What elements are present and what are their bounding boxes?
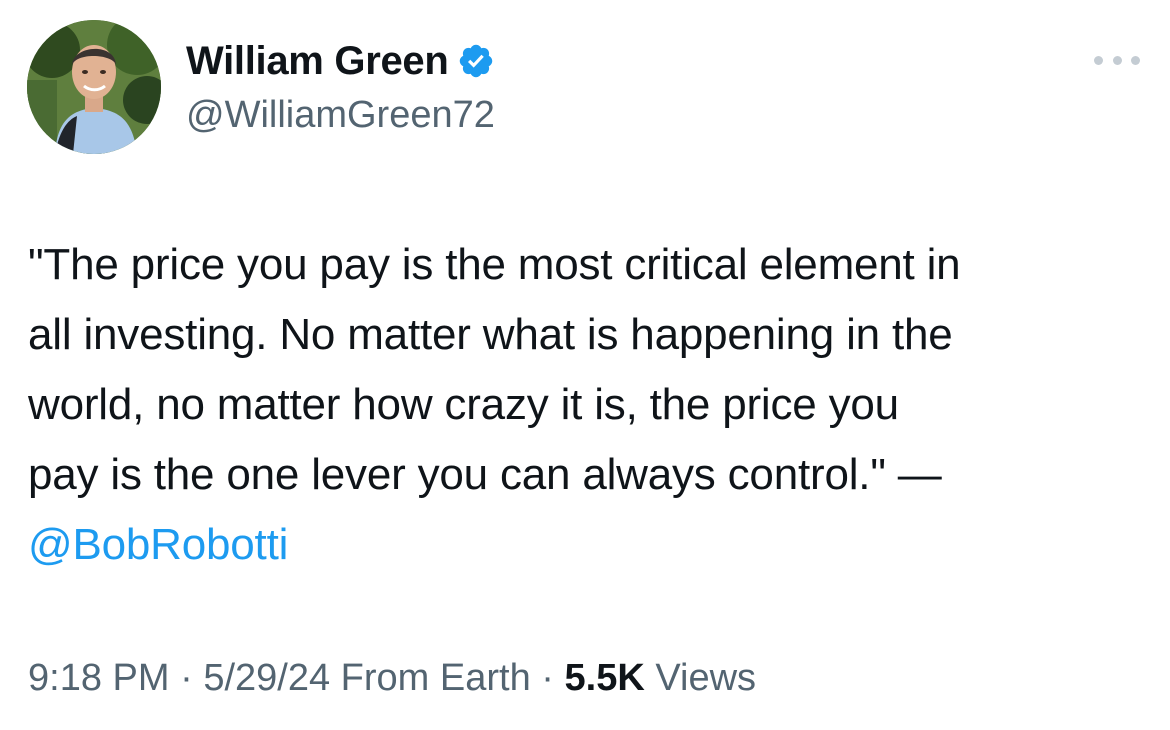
tweet-text: "The price you pay is the most critical … — [28, 230, 1148, 580]
tweet-card: William Green @WilliamGreen72 "The price… — [0, 0, 1170, 730]
views-label[interactable]: Views — [655, 657, 756, 699]
tweet-text-line: "The price you pay is the most critical … — [28, 240, 961, 289]
author-display-name[interactable]: William Green — [186, 37, 449, 85]
tweet-meta: 9:18 PM · 5/29/24 From Earth · 5.5K View… — [28, 652, 756, 704]
avatar-photo-icon — [27, 20, 161, 154]
avatar[interactable] — [27, 20, 161, 154]
more-dot — [1131, 55, 1140, 65]
tweet-time[interactable]: 9:18 PM — [28, 657, 170, 699]
mention-link[interactable]: @BobRobotti — [28, 510, 1148, 580]
meta-separator: · — [530, 657, 565, 699]
verified-badge-icon[interactable] — [457, 42, 495, 80]
tweet-text-line: pay is the one lever you can always cont… — [28, 450, 942, 499]
views-count[interactable]: 5.5K — [565, 657, 645, 699]
author-name-row: William Green — [186, 37, 495, 85]
tweet-date[interactable]: 5/29/24 — [203, 657, 330, 699]
tweet-text-line: world, no matter how crazy it is, the pr… — [28, 380, 899, 429]
more-options-icon[interactable] — [1094, 50, 1140, 70]
meta-separator: · — [169, 657, 204, 699]
more-dot — [1094, 55, 1103, 65]
author-handle[interactable]: @WilliamGreen72 — [186, 92, 495, 138]
tweet-text-line: all investing. No matter what is happeni… — [28, 310, 953, 359]
tweet-source: From Earth — [340, 657, 531, 699]
more-dot — [1112, 55, 1122, 65]
